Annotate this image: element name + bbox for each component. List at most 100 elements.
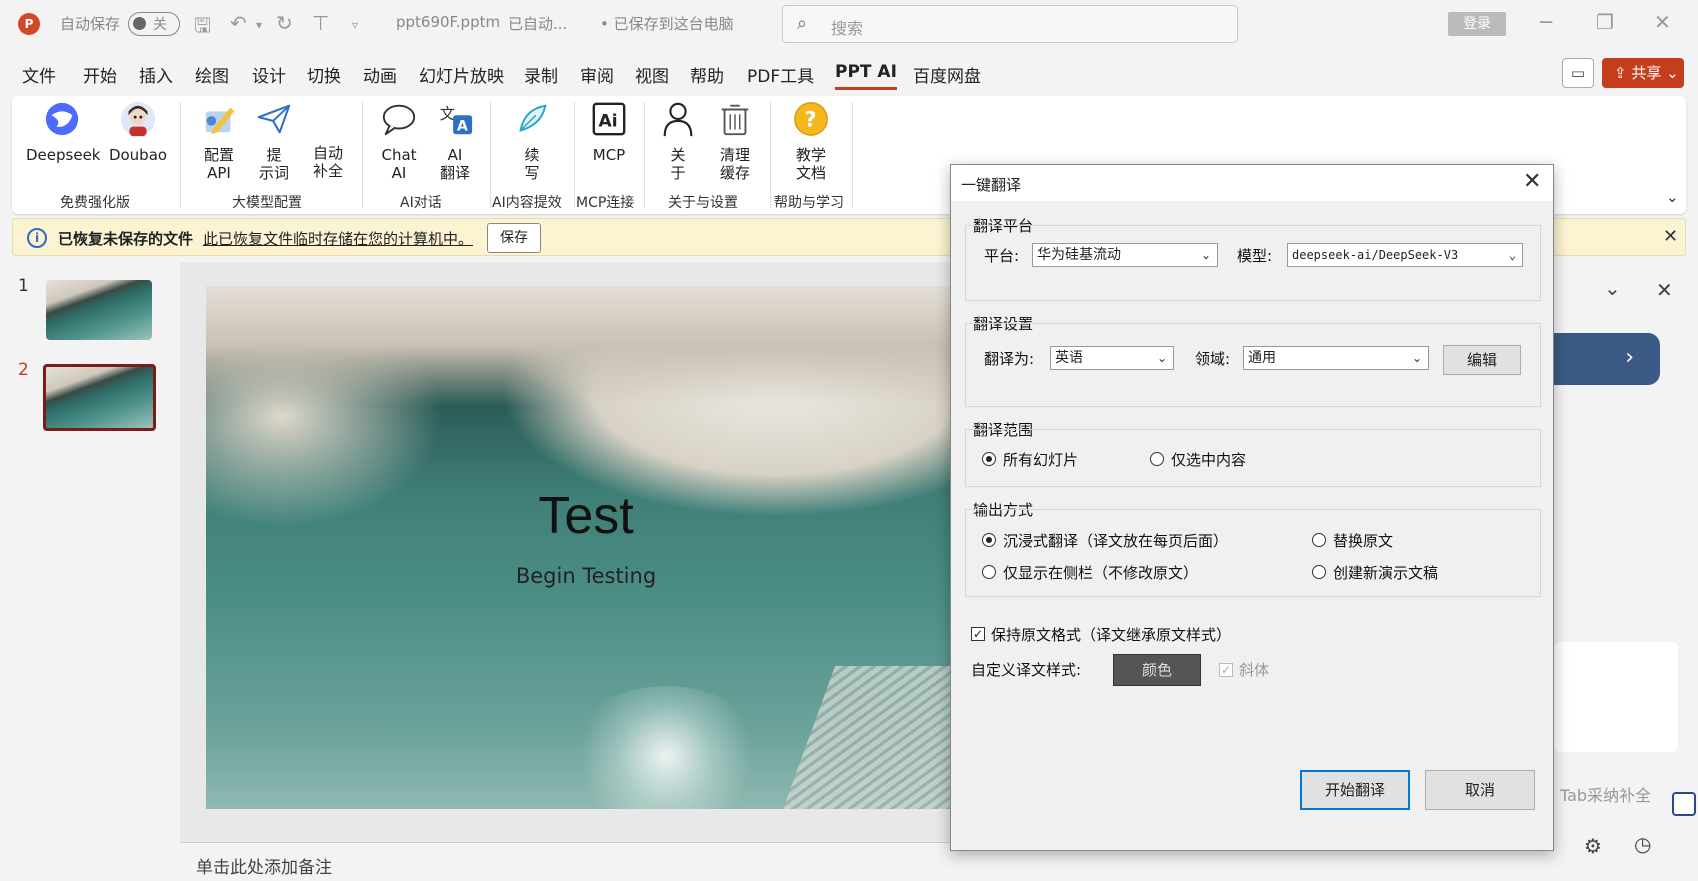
group-about-settings: 关于与设置	[668, 195, 738, 211]
chevron-down-icon[interactable]: ⌄	[1604, 276, 1621, 300]
clear-cache-label-2: 缓存	[719, 164, 750, 182]
slide-title[interactable]: Test	[206, 486, 966, 546]
close-pane-icon[interactable]: ✕	[1656, 278, 1673, 302]
prompt-label-1: 提	[266, 146, 282, 164]
info-message-link[interactable]: 此已恢复文件临时存储在您的计算机中。	[203, 228, 473, 249]
autosave-toggle[interactable]: 关	[128, 12, 180, 36]
present-icon[interactable]: ⊤	[312, 11, 329, 35]
side-pane-input-card[interactable]	[1554, 642, 1678, 752]
keep-format-checkbox[interactable]: ✓	[971, 627, 985, 641]
search-box[interactable]: ⌕ 搜索	[782, 5, 1238, 43]
menu-file[interactable]: 文件	[22, 62, 56, 87]
prompt-button[interactable]: 提 示词	[250, 100, 298, 182]
menu-pdf-tools[interactable]: PDF工具	[747, 62, 814, 87]
platform-select[interactable]: 华为硅基流动 ⌄	[1032, 243, 1218, 267]
customize-toolbar-icon[interactable]: ▿	[352, 18, 358, 32]
redo-icon[interactable]: ↻	[276, 11, 293, 35]
info-icon: i	[27, 228, 47, 248]
output-replace-label[interactable]: 替换原文	[1333, 530, 1393, 551]
chat-ai-button[interactable]: Chat AI	[374, 100, 424, 182]
keep-format-label[interactable]: 保持原文格式（译文继承原文样式）	[991, 624, 1231, 645]
output-immersive-label[interactable]: 沉浸式翻译（译文放在每页后面）	[1003, 530, 1228, 551]
toggle-knob	[133, 17, 146, 30]
assistant-badge-icon[interactable]	[1672, 792, 1696, 816]
menu-insert[interactable]: 插入	[139, 62, 173, 87]
menu-home[interactable]: 开始	[83, 62, 117, 87]
menu-view[interactable]: 视图	[635, 62, 669, 87]
menu-ppt-ai[interactable]: PPT AI	[835, 62, 897, 90]
side-pane-banner[interactable]: ›	[1540, 333, 1660, 385]
about-button[interactable]: 关 于	[658, 100, 698, 182]
menu-draw[interactable]: 绘图	[195, 62, 229, 87]
config-pencil-icon	[205, 107, 235, 135]
start-translate-button[interactable]: 开始翻译	[1300, 770, 1410, 810]
slide-thumbnail-1[interactable]	[46, 280, 152, 340]
autosave-label: 自动保存	[60, 15, 121, 33]
continue-writing-button[interactable]: 续 写	[512, 100, 552, 182]
menu-baidu-netdisk[interactable]: 百度网盘	[913, 62, 981, 87]
slide-canvas[interactable]: Test Begin Testing	[206, 286, 966, 809]
close-icon[interactable]: ✕	[1663, 226, 1678, 247]
svg-text:?: ?	[804, 108, 816, 132]
cancel-button[interactable]: 取消	[1425, 770, 1535, 810]
output-replace-radio[interactable]	[1312, 533, 1326, 547]
prompt-label-2: 示词	[258, 164, 289, 182]
ribbon-collapse-icon[interactable]: ⌄	[1666, 188, 1679, 206]
italic-checkbox[interactable]: ✓	[1219, 663, 1233, 677]
scope-all-label[interactable]: 所有幻灯片	[1003, 449, 1078, 470]
save-icon[interactable]: 🖫	[194, 11, 211, 45]
menu-animations[interactable]: 动画	[363, 62, 397, 87]
ribbon-separator	[180, 102, 181, 208]
menu-transitions[interactable]: 切换	[307, 62, 341, 87]
scope-all-radio[interactable]	[982, 452, 996, 466]
ai-chip-icon: Ai	[592, 102, 626, 136]
robot-icon[interactable]: ⚙	[1584, 834, 1602, 858]
edit-domain-button[interactable]: 编辑	[1443, 345, 1521, 375]
ribbon-separator	[490, 102, 491, 208]
color-picker-button[interactable]: 颜色	[1113, 654, 1201, 686]
target-language-select[interactable]: 英语 ⌄	[1050, 346, 1174, 370]
deepseek-button[interactable]: Deepseek	[26, 100, 101, 164]
output-new-radio[interactable]	[1312, 565, 1326, 579]
doubao-button[interactable]: Doubao	[106, 100, 170, 164]
menu-design[interactable]: 设计	[252, 62, 286, 87]
dialog-close-icon[interactable]: ✕	[1523, 169, 1541, 194]
domain-label: 领域:	[1195, 350, 1231, 368]
ai-translate-button[interactable]: 文A AI 翻译	[430, 100, 480, 182]
restore-icon[interactable]: ❐	[1596, 10, 1614, 34]
mcp-button[interactable]: Ai MCP	[586, 100, 632, 164]
output-new-label[interactable]: 创建新演示文稿	[1333, 562, 1438, 583]
scope-selected-label[interactable]: 仅选中内容	[1171, 449, 1246, 470]
undo-dropdown-icon[interactable]: ▾	[256, 18, 262, 32]
minimize-icon[interactable]: ─	[1540, 10, 1552, 34]
share-button[interactable]: ⇪ 共享 ⌄	[1602, 58, 1684, 88]
clear-cache-button[interactable]: 清理 缓存	[710, 100, 760, 182]
menu-slideshow[interactable]: 幻灯片放映	[419, 62, 504, 87]
output-sidebar-radio[interactable]	[982, 565, 996, 579]
domain-select[interactable]: 通用 ⌄	[1243, 346, 1429, 370]
output-sidebar-label[interactable]: 仅显示在侧栏（不修改原文）	[1003, 562, 1198, 583]
chevron-right-icon: ›	[1625, 345, 1634, 370]
history-clock-icon[interactable]: ◷	[1634, 832, 1651, 856]
config-api-button[interactable]: 配置 API	[194, 100, 244, 182]
slide-thumbnail-2[interactable]	[43, 364, 156, 431]
person-icon	[663, 102, 693, 137]
model-select[interactable]: deepseek-ai/DeepSeek-V3 ⌄	[1287, 243, 1523, 267]
scope-selected-radio[interactable]	[1150, 452, 1164, 466]
comments-button[interactable]: ▭	[1562, 58, 1594, 88]
tutorial-docs-button[interactable]: ? 教学 文档	[786, 100, 836, 182]
save-location-status: • 已保存到这台电脑	[600, 15, 734, 33]
menu-review[interactable]: 审阅	[580, 62, 614, 87]
output-immersive-radio[interactable]	[982, 533, 996, 547]
login-button[interactable]: 登录	[1448, 12, 1506, 36]
target-language-value: 英语	[1055, 350, 1083, 366]
ribbon-separator	[362, 102, 363, 208]
menu-record[interactable]: 录制	[524, 62, 558, 87]
autocomplete-button[interactable]: 自动 补全	[304, 144, 352, 180]
config-api-label-1: 配置	[203, 146, 234, 164]
slide-subtitle[interactable]: Begin Testing	[206, 564, 966, 588]
info-save-button[interactable]: 保存	[487, 223, 541, 253]
undo-icon[interactable]: ↶	[230, 11, 247, 35]
close-window-icon[interactable]: ✕	[1654, 10, 1671, 34]
menu-help[interactable]: 帮助	[690, 62, 724, 87]
